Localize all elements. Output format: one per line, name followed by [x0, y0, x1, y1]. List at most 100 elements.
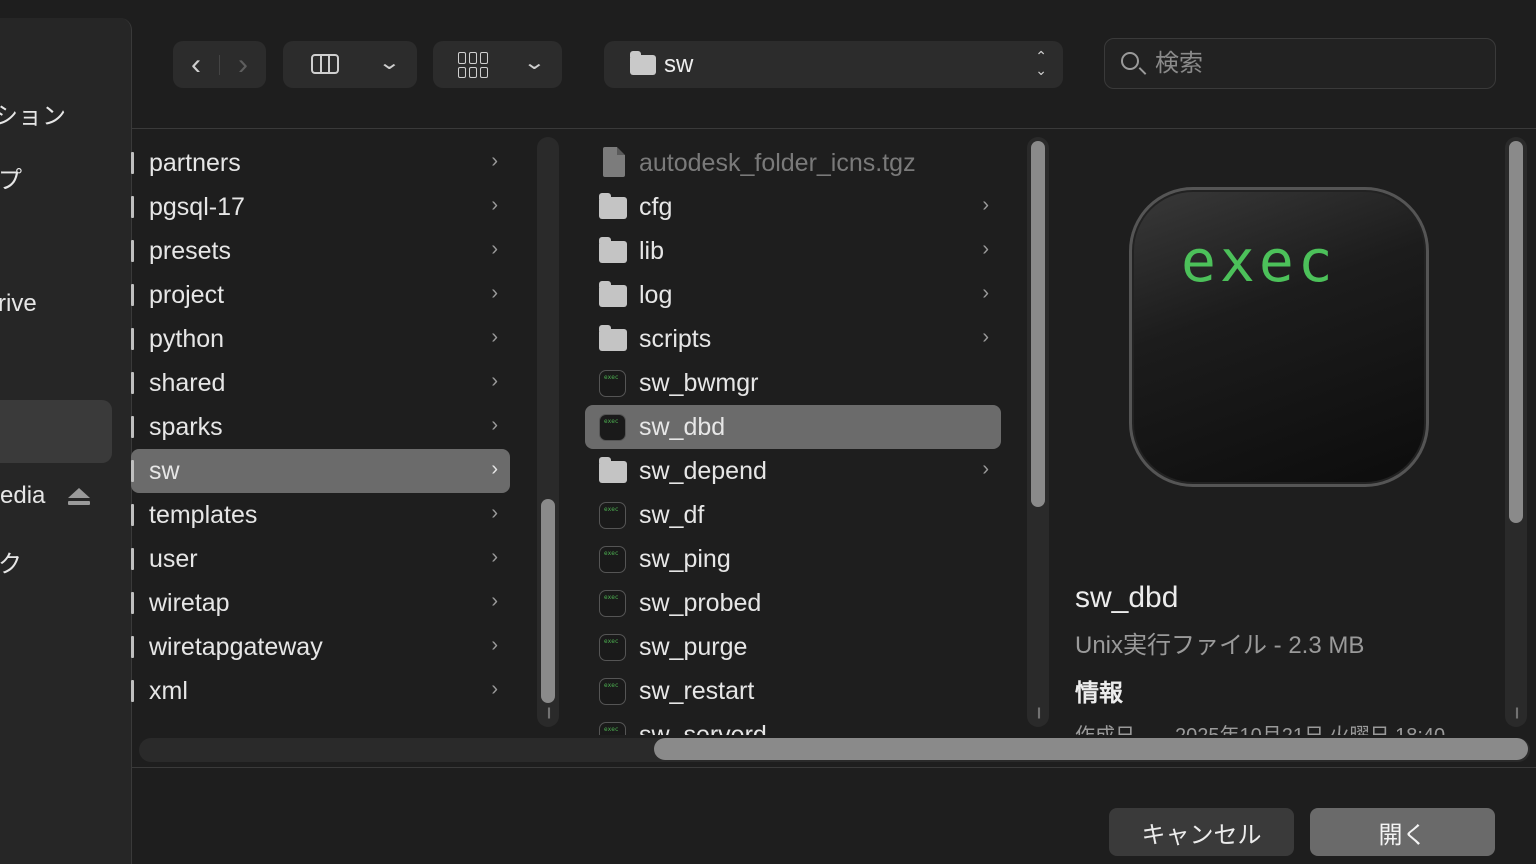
item-name: autodesk_folder_icns.tgz [639, 148, 916, 177]
chevron-right-icon: › [238, 47, 248, 81]
list-item-selected[interactable]: sw_dbd [585, 405, 1001, 449]
sidebar-item-drive[interactable]: rive [0, 290, 37, 318]
eject-icon[interactable] [68, 488, 90, 508]
list-item[interactable]: cfg › [585, 185, 1001, 229]
folder-edge [131, 680, 134, 702]
grid-icon [458, 52, 488, 78]
folder-icon [599, 237, 627, 263]
item-name: log [639, 280, 673, 309]
list-item[interactable]: partners › [131, 141, 510, 185]
list-item[interactable]: sw_probed [585, 581, 1001, 625]
list-item[interactable]: scripts › [585, 317, 1001, 361]
item-name: sw_ping [639, 544, 731, 573]
column-view-icon [311, 54, 339, 74]
item-name: sw [149, 456, 180, 485]
list-item[interactable]: wiretap › [131, 581, 510, 625]
folder-edge [131, 592, 134, 614]
forward-button[interactable]: › [220, 41, 266, 88]
list-item[interactable]: presets › [131, 229, 510, 273]
resize-grip-icon[interactable]: || [537, 705, 559, 719]
cancel-button[interactable]: キャンセル [1109, 808, 1294, 856]
column-2-scrollbar[interactable]: || [1027, 137, 1049, 727]
scrollbar-thumb[interactable] [1509, 141, 1523, 523]
list-item-selected[interactable]: sw › [131, 449, 510, 493]
folder-edge [131, 152, 134, 174]
folder-edge [131, 460, 134, 482]
sidebar-item-applications[interactable]: ション [0, 96, 66, 131]
list-item[interactable]: sw_df [585, 493, 1001, 537]
exec-file-icon [599, 678, 626, 705]
list-item[interactable]: log › [585, 273, 1001, 317]
item-name: pgsql-17 [149, 192, 245, 221]
archive-file-icon [603, 147, 625, 177]
back-button[interactable]: ‹ [173, 41, 219, 88]
item-name: cfg [639, 192, 673, 221]
item-name: sparks [149, 412, 223, 441]
resize-grip-icon[interactable]: || [1027, 705, 1049, 719]
sidebar-selected-item[interactable] [0, 400, 112, 463]
list-item[interactable]: sw_ping [585, 537, 1001, 581]
view-mode-button[interactable]: ⌄ [283, 41, 417, 88]
item-name: xml [149, 676, 188, 705]
folder-edge [131, 240, 134, 262]
open-button[interactable]: 開く [1310, 808, 1495, 856]
list-item[interactable]: sw_purge [585, 625, 1001, 669]
list-item[interactable]: sw_bwmgr [585, 361, 1001, 405]
preview-scrollbar[interactable]: || [1505, 137, 1527, 727]
list-item[interactable]: sw_depend › [585, 449, 1001, 493]
exec-preview-icon: exec [1129, 187, 1429, 487]
chevron-right-icon: › [491, 370, 498, 392]
updown-chevron-icon: ⌃ ⌄ [1035, 48, 1047, 78]
chevron-right-icon: › [982, 194, 989, 216]
scrollbar-thumb[interactable] [1031, 141, 1045, 507]
column-1-scrollbar[interactable]: || [537, 137, 559, 727]
sidebar-item-media[interactable]: edia [0, 482, 45, 510]
folder-edge [131, 548, 134, 570]
item-name: partners [149, 148, 241, 177]
list-item[interactable]: python › [131, 317, 510, 361]
list-item[interactable]: shared › [131, 361, 510, 405]
list-item[interactable]: pgsql-17 › [131, 185, 510, 229]
list-item[interactable]: lib › [585, 229, 1001, 273]
list-item[interactable]: project › [131, 273, 510, 317]
list-item[interactable]: sw_restart [585, 669, 1001, 713]
sidebar-item-desktop[interactable]: プ [0, 160, 22, 195]
list-item[interactable]: xml › [131, 669, 510, 713]
item-name: sw_probed [639, 588, 762, 617]
exec-file-icon [599, 546, 626, 573]
chevron-right-icon: › [491, 150, 498, 172]
chevron-down-icon: ⌄ [522, 52, 547, 74]
group-by-button[interactable]: ⌄ [433, 41, 562, 88]
sidebar-item-network[interactable]: ク [0, 544, 22, 579]
folder-icon [599, 457, 627, 483]
search-input[interactable] [1153, 47, 1477, 81]
exec-file-icon [599, 370, 626, 397]
list-item[interactable]: autodesk_folder_icns.tgz [585, 141, 1001, 185]
path-popup[interactable]: sw ⌃ ⌄ [604, 41, 1063, 88]
search-field[interactable] [1104, 38, 1496, 89]
item-name: scripts [639, 324, 712, 353]
list-item[interactable]: user › [131, 537, 510, 581]
list-item[interactable]: wiretapgateway › [131, 625, 510, 669]
chevron-right-icon: › [982, 282, 989, 304]
horizontal-scrollbar-thumb[interactable] [654, 738, 1528, 760]
list-item[interactable]: templates › [131, 493, 510, 537]
folder-edge [131, 284, 134, 306]
icon-text: exec [1181, 227, 1337, 295]
resize-grip-icon[interactable]: || [1505, 705, 1527, 719]
scrollbar-thumb[interactable] [541, 499, 555, 703]
item-name: sw_purge [639, 632, 748, 661]
folder-icon [599, 281, 627, 307]
path-label: sw [664, 51, 694, 78]
item-name: sw_serverd [639, 720, 767, 736]
list-item[interactable]: sw_serverd [585, 713, 1001, 735]
item-name: wiretap [149, 588, 230, 617]
horizontal-scrollbar[interactable] [139, 738, 1530, 762]
folder-edge [131, 636, 134, 658]
list-item[interactable]: sparks › [131, 405, 510, 449]
chevron-right-icon: › [491, 590, 498, 612]
preview-created-date: 作成日 2025年10月21日 火曜日 18:40 [1075, 719, 1445, 735]
item-name: sw_dbd [639, 412, 726, 441]
column-browser: partners › pgsql-17 › presets › project › py… [131, 129, 1536, 735]
folder-edge [131, 416, 134, 438]
